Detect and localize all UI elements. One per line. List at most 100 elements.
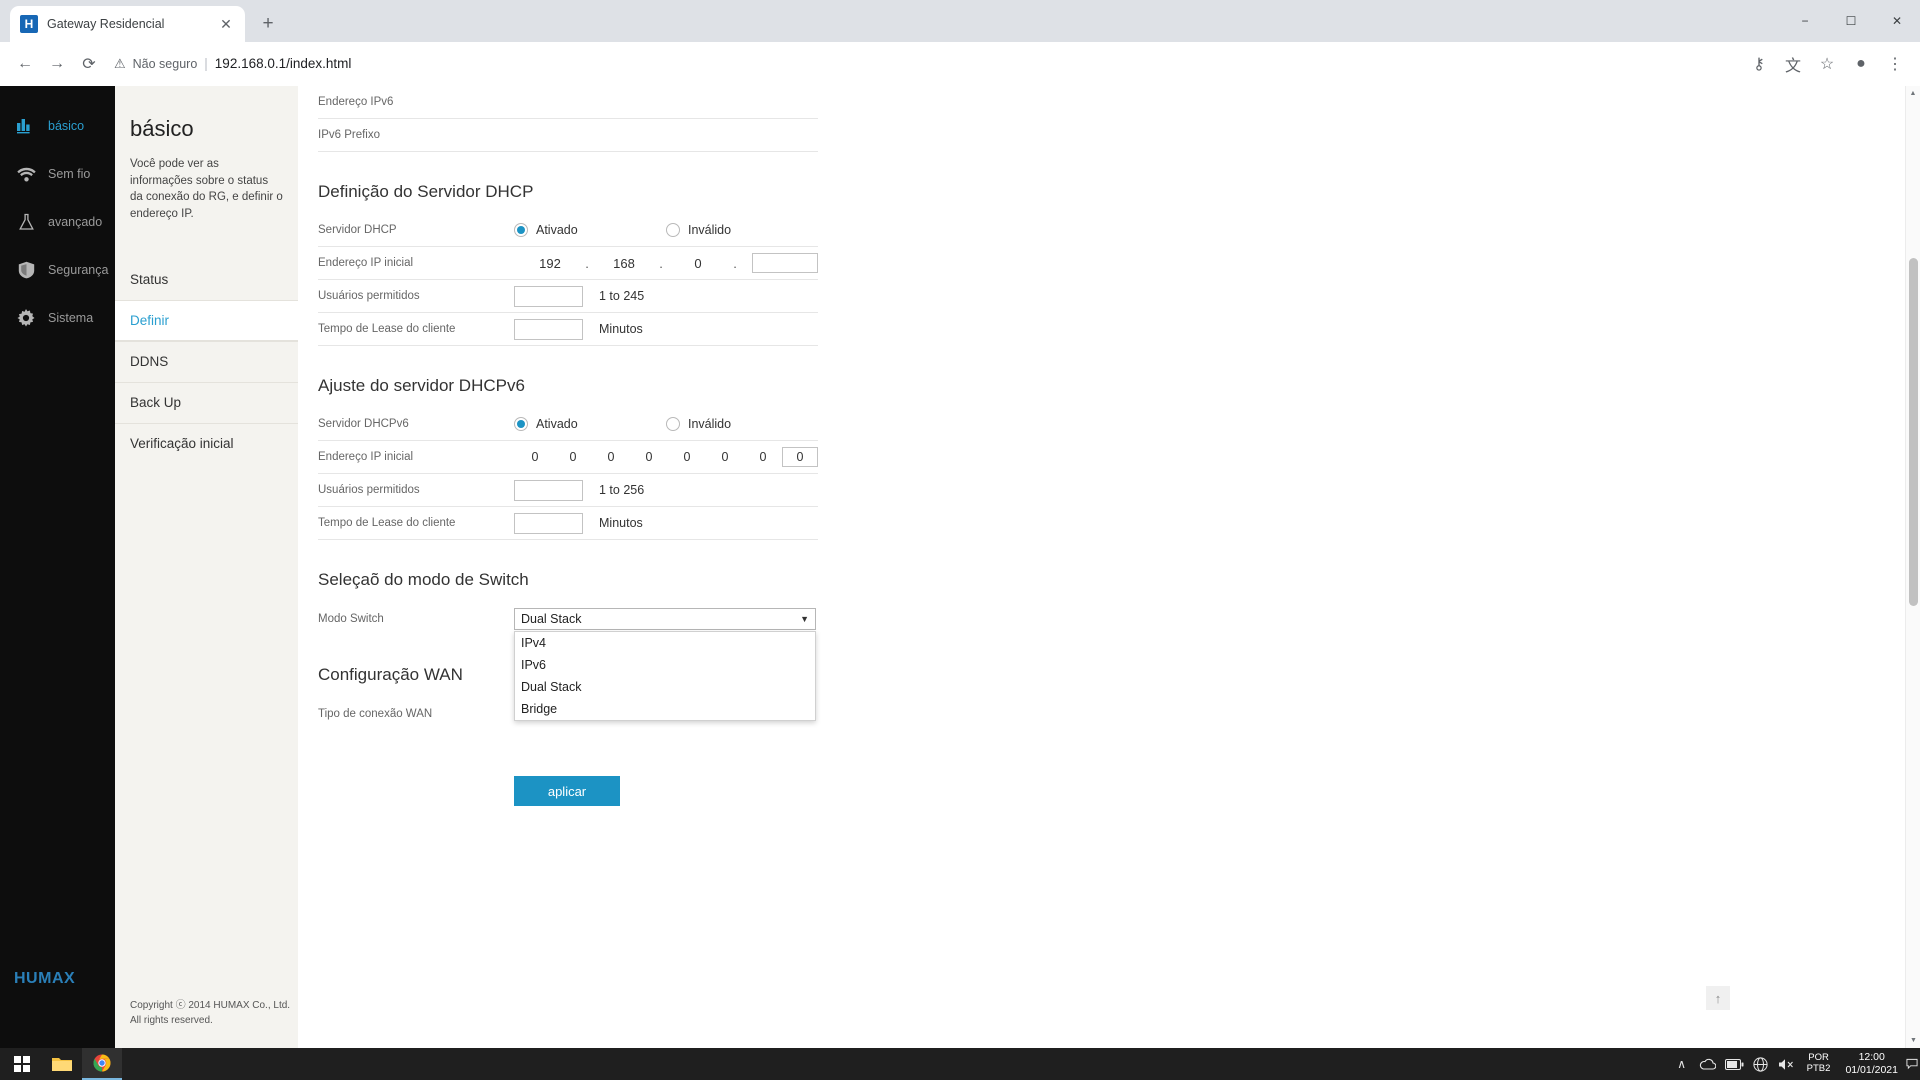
switch-mode-option-ipv6[interactable]: IPv6 xyxy=(515,654,815,676)
dhcpv6-lease-field-wrap: Minutos xyxy=(514,512,818,534)
back-icon[interactable]: ← xyxy=(10,49,40,79)
tray-chevron-up-icon[interactable]: ∧ xyxy=(1669,1048,1695,1080)
row-dhcp-start-ip: Endereço IP inicial 192 . 168 . 0 . xyxy=(318,247,818,280)
dhcpv6-disabled-option[interactable]: Inválido xyxy=(666,417,818,431)
new-tab-button[interactable]: + xyxy=(253,9,283,39)
notification-center-icon[interactable] xyxy=(1906,1048,1918,1080)
switch-mode-select[interactable]: Dual Stack ▼ xyxy=(514,607,816,630)
submenu-item-status[interactable]: Status xyxy=(115,259,298,300)
tray-clock[interactable]: 12:00 01/01/2021 xyxy=(1837,1048,1906,1080)
switch-mode-options-list: IPv4 IPv6 Dual Stack Bridge xyxy=(514,630,816,721)
browser-tab[interactable]: H Gateway Residencial ✕ xyxy=(10,6,245,42)
minimize-icon[interactable]: − xyxy=(1782,5,1828,37)
scroll-to-top-icon[interactable]: ↑ xyxy=(1706,986,1730,1010)
switch-mode-option-bridge[interactable]: Bridge xyxy=(515,698,815,720)
apply-button[interactable]: aplicar xyxy=(514,776,620,806)
tab-title: Gateway Residencial xyxy=(47,17,165,31)
dhcp-users-hint: 1 to 245 xyxy=(599,289,645,303)
ipv6-octet-2: 0 xyxy=(569,450,577,464)
sidebar-item-avancado[interactable]: avançado xyxy=(0,198,115,246)
menu-icon[interactable]: ⋮ xyxy=(1880,49,1910,79)
clock-date: 01/01/2021 xyxy=(1845,1064,1898,1076)
forward-icon[interactable]: → xyxy=(42,49,72,79)
window-close-icon[interactable]: ✕ xyxy=(1874,5,1920,37)
radio-button-off-icon[interactable] xyxy=(666,417,680,431)
switch-mode-option-ipv4[interactable]: IPv4 xyxy=(515,632,815,654)
primary-sidebar: básico Sem fio avançado Segurança Sistem… xyxy=(0,86,115,1048)
tab-strip: H Gateway Residencial ✕ + − ☐ ✕ xyxy=(0,0,1920,42)
row-endereco-ipv6: Endereço IPv6 xyxy=(318,86,818,119)
row-label: IPv6 Prefixo xyxy=(318,129,380,141)
ipv6-octet-6: 0 xyxy=(721,450,729,464)
scrollbar-thumb[interactable] xyxy=(1909,258,1918,606)
ipv4-octet-group: 192 . 168 . 0 . xyxy=(514,253,818,273)
page-scrollbar[interactable]: ▲ ▼ xyxy=(1905,86,1920,1048)
taskbar-app-chrome[interactable] xyxy=(82,1048,122,1080)
submenu-item-verificacao-inicial[interactable]: Verificação inicial xyxy=(115,422,298,464)
sidebar-item-sistema[interactable]: Sistema xyxy=(0,294,115,342)
submenu-item-ddns[interactable]: DDNS xyxy=(115,340,298,382)
start-button[interactable] xyxy=(2,1048,42,1080)
gear-icon xyxy=(16,308,36,328)
ipv6-octet-4: 0 xyxy=(645,450,653,464)
sidebar-item-semfio[interactable]: Sem fio xyxy=(0,150,115,198)
dhcpv6-users-input[interactable] xyxy=(514,479,583,501)
warning-icon: ⚠ xyxy=(114,55,126,71)
reload-icon[interactable]: ⟳ xyxy=(74,49,104,79)
maximize-icon[interactable]: ☐ xyxy=(1828,5,1874,37)
ipv6-octet-8-input[interactable]: 0 xyxy=(782,447,818,467)
radio-button-on-icon[interactable] xyxy=(514,223,528,237)
ipv4-octet-4-input[interactable] xyxy=(752,253,818,273)
omnibox-separator: | xyxy=(204,56,208,71)
humax-logo: HUMAX xyxy=(14,970,76,987)
dhcp-radio-group: Ativado Inválido xyxy=(514,223,818,237)
dhcpv6-lease-input[interactable] xyxy=(514,512,583,534)
ipv4-octet-1: 192 xyxy=(539,255,561,271)
radio-label: Inválido xyxy=(688,223,732,237)
dhcpv6-users-field-wrap: 1 to 256 xyxy=(514,479,818,501)
chevron-down-icon: ▼ xyxy=(800,613,809,624)
row-dhcpv6-start-ip: Endereço IP inicial 0 0 0 0 0 0 0 0 xyxy=(318,441,818,474)
submenu-item-definir[interactable]: Definir xyxy=(115,299,298,341)
key-icon[interactable]: ⚷ xyxy=(1744,49,1774,79)
scroll-up-icon[interactable]: ▲ xyxy=(1906,86,1920,101)
dhcp-enabled-option[interactable]: Ativado xyxy=(514,223,666,237)
sidebar-item-label: básico xyxy=(48,119,85,133)
dhcp-disabled-option[interactable]: Inválido xyxy=(666,223,818,237)
ipv4-dot: . xyxy=(659,255,663,271)
ipv4-octet-2: 168 xyxy=(613,255,635,271)
radio-button-off-icon[interactable] xyxy=(666,223,680,237)
switch-mode-option-dual-stack[interactable]: Dual Stack xyxy=(515,676,815,698)
translate-icon[interactable]: 文 xyxy=(1778,49,1808,79)
dhcpv6-enabled-option[interactable]: Ativado xyxy=(514,417,666,431)
submenu-item-backup[interactable]: Back Up xyxy=(115,381,298,423)
star-icon[interactable]: ☆ xyxy=(1812,49,1842,79)
tray-network-icon[interactable] xyxy=(1748,1048,1774,1080)
row-dhcp-lease: Tempo de Lease do cliente Minutos xyxy=(318,313,818,346)
tray-battery-icon[interactable] xyxy=(1721,1048,1748,1080)
sidebar-item-basico[interactable]: básico xyxy=(0,102,115,150)
radio-button-on-icon[interactable] xyxy=(514,417,528,431)
dhcp-lease-input[interactable] xyxy=(514,318,583,340)
profile-icon[interactable]: ● xyxy=(1846,49,1876,79)
row-dhcpv6-lease: Tempo de Lease do cliente Minutos xyxy=(318,507,818,540)
close-icon[interactable]: ✕ xyxy=(217,15,235,33)
security-label: Não seguro xyxy=(132,56,198,71)
scroll-down-icon[interactable]: ▼ xyxy=(1906,1033,1920,1048)
dhcp-users-input[interactable] xyxy=(514,285,583,307)
sidebar-item-seguranca[interactable]: Segurança xyxy=(0,246,115,294)
ipv6-octet-7: 0 xyxy=(759,450,767,464)
browser-toolbar: ← → ⟳ ⚠ Não seguro | 192.168.0.1/index.h… xyxy=(0,42,1920,86)
sidebar-item-label: Sem fio xyxy=(48,167,91,181)
radio-label: Inválido xyxy=(688,417,732,431)
page-title: básico xyxy=(130,116,194,141)
taskbar-tray: ∧ POR PTB2 12:00 01/01/2021 xyxy=(1669,1048,1918,1080)
tray-language-indicator[interactable]: POR PTB2 xyxy=(1800,1048,1838,1080)
tray-volume-icon[interactable] xyxy=(1774,1048,1800,1080)
tray-onedrive-icon[interactable] xyxy=(1695,1048,1721,1080)
submenu-item-label: Status xyxy=(130,271,169,287)
address-bar[interactable]: ⚠ Não seguro | 192.168.0.1/index.html xyxy=(114,50,1734,78)
ipv4-dot: . xyxy=(733,255,737,271)
ipv6-octet-5: 0 xyxy=(683,450,691,464)
taskbar-app-file-explorer[interactable] xyxy=(42,1048,82,1080)
